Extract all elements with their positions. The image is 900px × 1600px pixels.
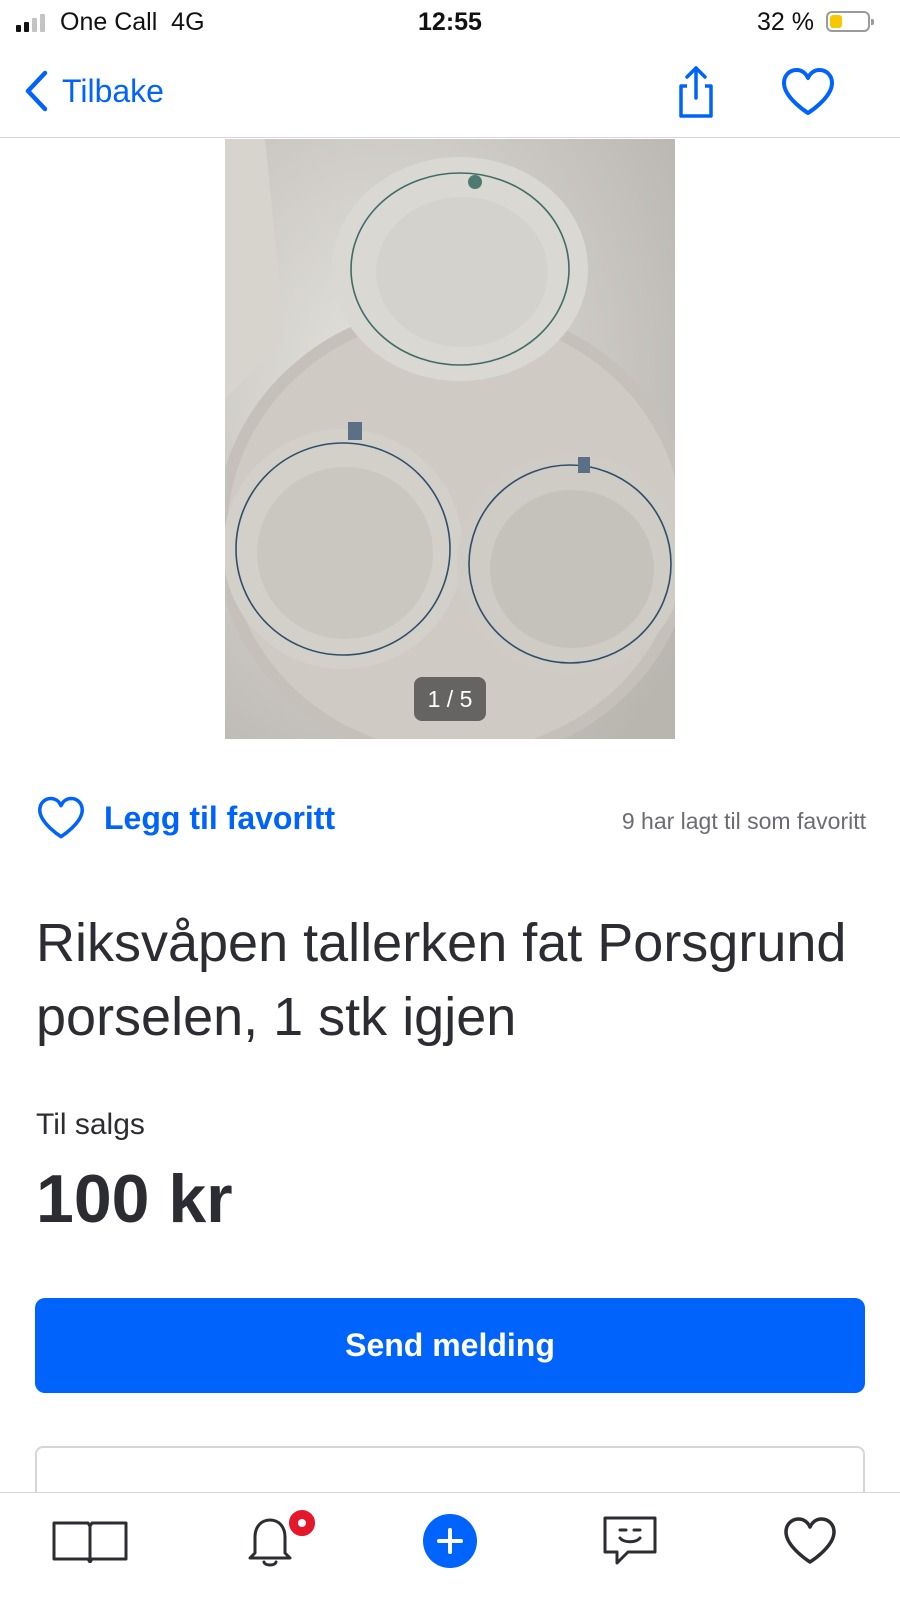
plus-circle-icon	[423, 1514, 477, 1568]
share-button[interactable]	[668, 64, 724, 120]
tab-messages[interactable]	[590, 1509, 670, 1573]
heart-outline-icon	[782, 68, 834, 115]
back-label: Tilbake	[62, 72, 164, 109]
battery-icon	[826, 11, 874, 32]
sale-type-label: Til salgs	[36, 1108, 145, 1141]
favorite-row: Legg til favoritt 9 har lagt til som fav…	[36, 795, 866, 851]
tab-favorites[interactable]	[770, 1509, 850, 1573]
favorite-nav-button[interactable]	[780, 66, 836, 118]
listing-price: 100 kr	[36, 1161, 233, 1237]
product-image-gallery[interactable]: 1 / 5	[225, 139, 675, 739]
image-counter: 1 / 5	[414, 677, 486, 721]
battery-fill	[830, 15, 842, 28]
heart-outline-icon	[784, 1517, 836, 1564]
send-message-button[interactable]: Send melding	[35, 1298, 865, 1393]
chevron-left-icon	[25, 70, 48, 112]
chat-smile-icon	[603, 1516, 657, 1565]
notification-badge	[286, 1507, 318, 1539]
listing-title: Riksvåpen tallerken fat Porsgrund porsel…	[36, 913, 847, 1047]
status-bar: One Call 4G 12:55 32 %	[0, 0, 900, 46]
book-icon	[52, 1521, 128, 1563]
battery-cap	[871, 19, 874, 25]
product-photo	[225, 139, 675, 739]
tab-new-listing[interactable]	[410, 1509, 490, 1573]
add-favorite-button[interactable]: Legg til favoritt	[36, 795, 335, 841]
tab-book[interactable]	[50, 1509, 130, 1573]
battery-percent: 32 %	[757, 8, 814, 36]
tab-bar	[0, 1492, 900, 1600]
favorite-count: 9 har lagt til som favoritt	[621, 808, 866, 834]
navigation-bar: Tilbake	[0, 46, 900, 138]
add-favorite-label: Legg til favoritt	[104, 799, 336, 836]
share-icon	[679, 66, 713, 118]
heart-outline-icon	[38, 796, 84, 839]
back-button[interactable]: Tilbake	[24, 66, 164, 116]
